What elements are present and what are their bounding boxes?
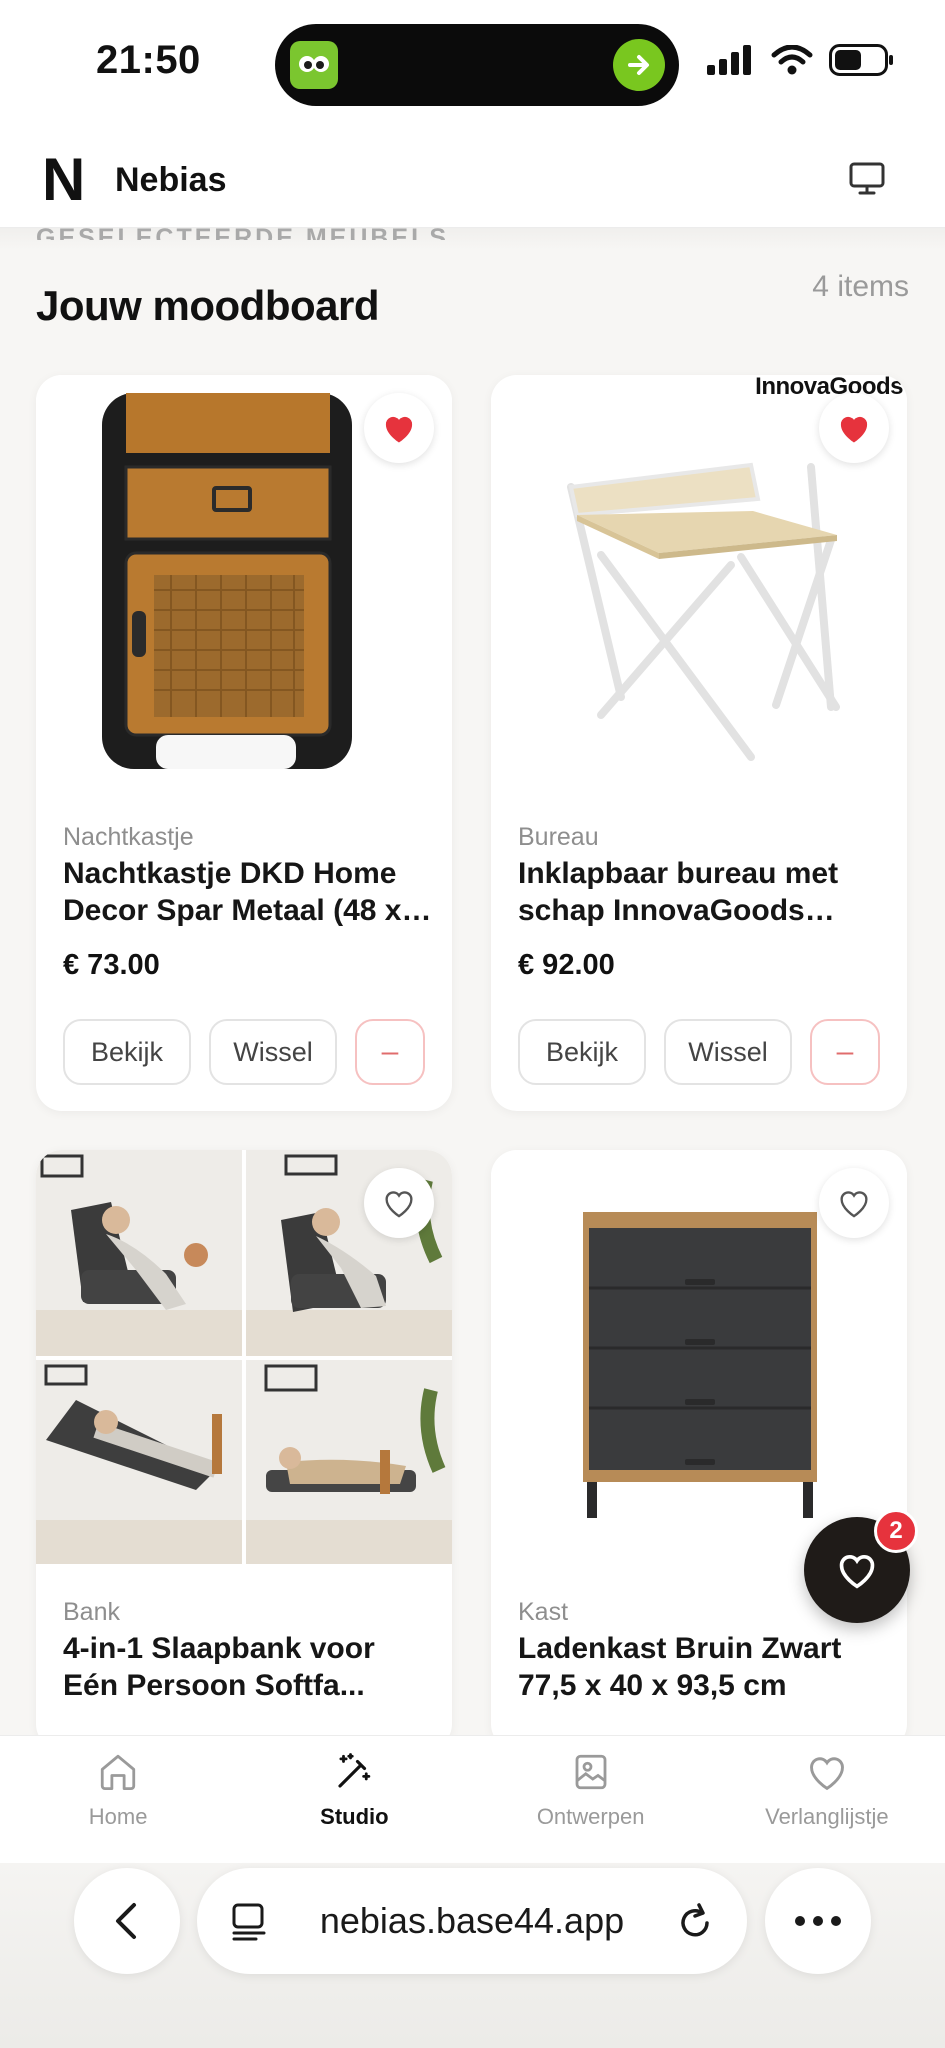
product-category: Kast [518, 1598, 569, 1626]
product-image-desk[interactable]: InnovaGoods [491, 375, 907, 789]
product-price: € 92.00 [518, 949, 615, 981]
battery-icon [829, 44, 893, 76]
remove-button[interactable]: – [355, 1019, 425, 1085]
desktop-view-button[interactable] [847, 159, 887, 199]
image-icon [567, 1748, 615, 1796]
remove-button[interactable]: – [810, 1019, 880, 1085]
product-name[interactable]: 4-in-1 Slaapbank voor Eén Persoon Softfa… [63, 1630, 433, 1704]
browser-more-button[interactable] [765, 1868, 871, 1974]
product-card[interactable]: InnovaGoods Bureau Inklapbaar bureau met… [491, 375, 907, 1111]
browser-toolbar: nebias.base44.app [0, 1863, 945, 2048]
favorite-button[interactable] [364, 393, 434, 463]
nav-label: Studio [320, 1804, 389, 1829]
home-icon [94, 1748, 142, 1796]
heart-filled-icon [840, 416, 868, 443]
brand-logo[interactable]: N [42, 150, 85, 210]
favorite-button[interactable] [819, 393, 889, 463]
wishlist-count-badge: 2 [874, 1509, 918, 1553]
browser-back-button[interactable] [74, 1868, 180, 1974]
more-dots-icon [795, 1916, 841, 1926]
heart-outline-icon [839, 1554, 875, 1589]
heart-outline-icon [385, 1191, 413, 1218]
page-title: Jouw moodboard [36, 282, 380, 329]
chevron-left-icon [116, 1903, 136, 1939]
status-bar: 21:50 [0, 0, 945, 130]
reload-icon[interactable] [677, 1901, 713, 1941]
heart-icon [803, 1748, 851, 1796]
arrow-right-icon[interactable] [613, 39, 665, 91]
swap-button[interactable]: Wissel [209, 1019, 337, 1085]
nav-label: Home [88, 1804, 148, 1829]
status-icons [707, 44, 895, 76]
app-header: N Nebias [0, 130, 945, 228]
favorite-button[interactable] [364, 1168, 434, 1238]
product-name[interactable]: Inklapbaar bureau met schap InnovaGoods … [518, 855, 888, 929]
product-card[interactable]: Kast Ladenkast Bruin Zwart 77,5 x 40 x 9… [491, 1150, 907, 1750]
nav-label: Verlanglijstje [765, 1804, 889, 1829]
product-image-dresser[interactable] [491, 1150, 907, 1564]
favorite-button[interactable] [819, 1168, 889, 1238]
address-bar[interactable]: nebias.base44.app [197, 1868, 747, 1974]
product-name[interactable]: Ladenkast Bruin Zwart 77,5 x 40 x 93,5 c… [518, 1630, 888, 1704]
view-button[interactable]: Bekijk [518, 1019, 646, 1085]
product-name[interactable]: Nachtkastje DKD Home Decor Spar Metaal (… [63, 855, 433, 929]
section-eyebrow: GESELECTEERDE MEUBELS [36, 224, 450, 240]
product-image-nightstand[interactable] [36, 375, 452, 789]
heart-outline-icon [840, 1191, 868, 1218]
dynamic-island[interactable] [275, 24, 679, 106]
card-actions: Bekijk Wissel – [63, 1019, 425, 1085]
items-count: 4 items [812, 270, 909, 303]
product-category: Bank [63, 1598, 120, 1626]
cellular-signal-icon [707, 45, 751, 75]
product-image-sofa-bed[interactable] [36, 1150, 452, 1564]
bottom-nav: Home Studio Ontwerpen Verlanglijstje [0, 1735, 945, 1863]
status-time: 21:50 [96, 38, 201, 82]
nav-label: Ontwerpen [536, 1804, 645, 1829]
nav-item-wishlist[interactable]: Verlanglijstje [709, 1736, 945, 1863]
url-text: nebias.base44.app [319, 1900, 625, 1941]
brand-name[interactable]: Nebias [115, 161, 227, 200]
magic-wand-icon [330, 1748, 378, 1796]
wishlist-fab[interactable]: 2 [804, 1509, 918, 1623]
nav-item-designs[interactable]: Ontwerpen [473, 1736, 709, 1863]
tab-layout-icon [232, 1903, 266, 1941]
product-category: Nachtkastje [63, 823, 194, 851]
heart-filled-icon [385, 416, 413, 443]
product-price: € 73.00 [63, 949, 160, 981]
product-category: Bureau [518, 823, 599, 851]
view-button[interactable]: Bekijk [63, 1019, 191, 1085]
swap-button[interactable]: Wissel [664, 1019, 792, 1085]
duolingo-app-icon [290, 41, 338, 89]
monitor-icon [849, 162, 885, 195]
nav-item-home[interactable]: Home [0, 1736, 236, 1863]
nav-item-studio[interactable]: Studio [236, 1736, 472, 1863]
wifi-icon [771, 45, 813, 75]
brand-watermark: InnovaGoods [755, 375, 903, 400]
product-card[interactable]: Bank 4-in-1 Slaapbank voor Eén Persoon S… [36, 1150, 452, 1750]
card-actions: Bekijk Wissel – [518, 1019, 880, 1085]
product-card[interactable]: Nachtkastje Nachtkastje DKD Home Decor S… [36, 375, 452, 1111]
